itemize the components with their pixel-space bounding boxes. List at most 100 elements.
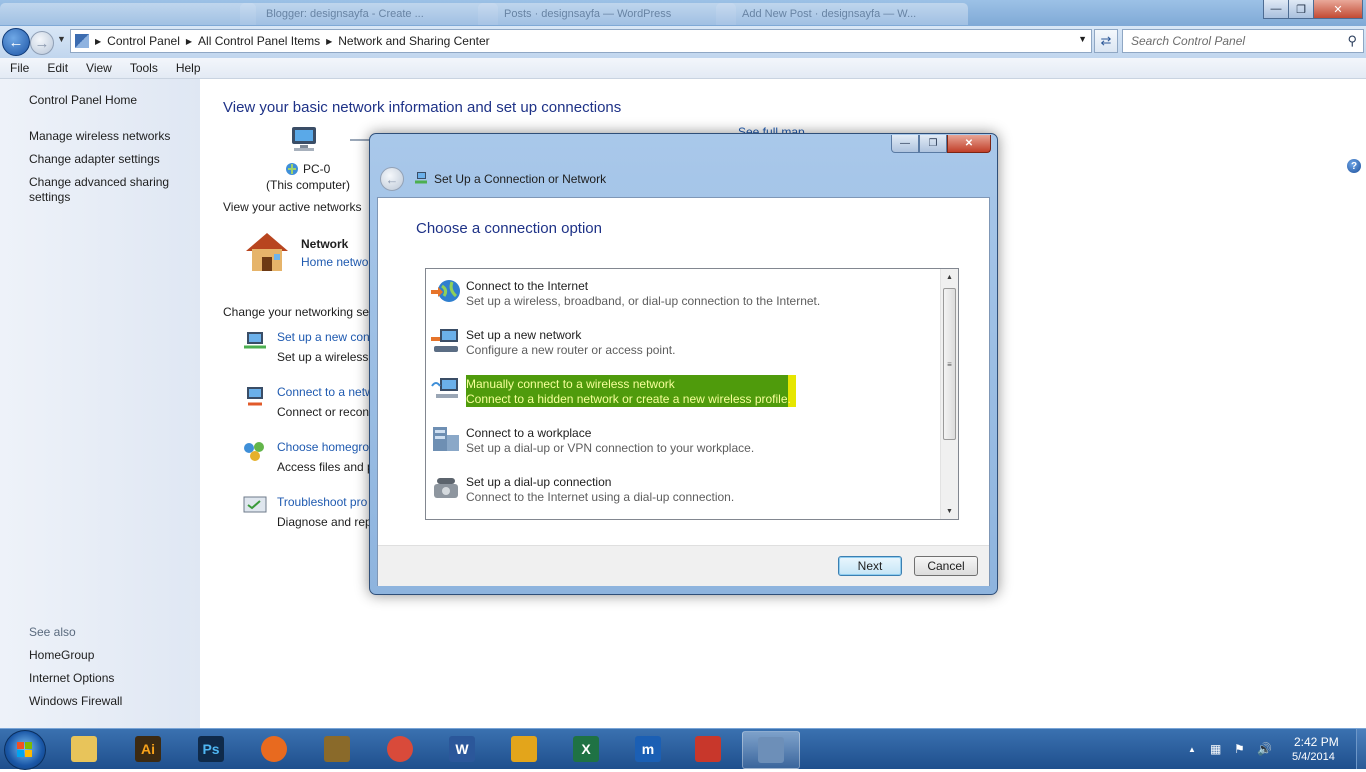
forward-button[interactable]: → bbox=[30, 31, 54, 55]
router-icon bbox=[431, 329, 458, 352]
cancel-button-label: Cancel bbox=[927, 559, 965, 573]
search-box[interactable]: ⚲ bbox=[1122, 29, 1364, 53]
windows-firewall-link[interactable]: Windows Firewall bbox=[29, 694, 189, 709]
close-button[interactable]: ✕ bbox=[1313, 0, 1363, 19]
taskbar-excel-button[interactable]: X bbox=[558, 731, 614, 767]
dialog-close-button[interactable]: ✕ bbox=[947, 135, 991, 153]
option-description: Connect to the Internet using a dial-up … bbox=[466, 490, 735, 504]
browser-tab[interactable]: Blogger: designsayfa - Create ... bbox=[240, 3, 498, 25]
taskbar-word-button[interactable]: W bbox=[434, 731, 490, 767]
choose-homegroup-link[interactable]: Choose homegro bbox=[277, 440, 369, 454]
change-adapter-settings-link[interactable]: Change adapter settings bbox=[29, 152, 189, 167]
chevron-right-icon[interactable]: ▶ bbox=[186, 37, 192, 46]
browser-tab-label: Add New Post · designsayfa — W... bbox=[742, 8, 917, 20]
show-hidden-icons-button[interactable]: ▲ bbox=[1188, 745, 1196, 754]
firefox-icon bbox=[261, 736, 287, 762]
troubleshoot-link[interactable]: Troubleshoot pro bbox=[277, 495, 367, 509]
search-input[interactable] bbox=[1129, 30, 1338, 52]
taskbar-chrome-button[interactable] bbox=[372, 731, 428, 767]
option-manual-wireless[interactable]: Manually connect to a wireless network C… bbox=[428, 367, 940, 409]
menu-file[interactable]: File bbox=[0, 61, 37, 75]
computer-name: PC-0 bbox=[303, 162, 331, 176]
menu-tools[interactable]: Tools bbox=[120, 61, 166, 75]
browser-tab[interactable] bbox=[0, 3, 256, 25]
maximize-button[interactable]: ❐ bbox=[1288, 0, 1314, 19]
address-bar[interactable]: ▶ Control Panel ▶ All Control Panel Item… bbox=[70, 29, 1092, 53]
taskbar-windows-explorer-button[interactable] bbox=[56, 731, 112, 767]
page-title: View your basic network information and … bbox=[223, 99, 622, 116]
clock-time[interactable]: 2:42 PM bbox=[1294, 735, 1339, 749]
computer-icon bbox=[292, 127, 316, 151]
connect-network-link[interactable]: Connect to a netw bbox=[277, 385, 374, 399]
back-button[interactable]: ← bbox=[2, 28, 30, 56]
setup-connection-link[interactable]: Set up a new conn bbox=[277, 330, 376, 344]
network-tray-icon[interactable]: ▦ bbox=[1210, 742, 1221, 756]
network-type-link[interactable]: Home netwo bbox=[301, 255, 368, 269]
action-center-icon[interactable]: ⚑ bbox=[1234, 742, 1245, 756]
option-new-network[interactable]: Set up a new network Configure a new rou… bbox=[428, 318, 940, 360]
breadcrumb-all-items[interactable]: All Control Panel Items bbox=[198, 34, 320, 48]
recent-pages-button[interactable]: ▼ bbox=[57, 34, 66, 44]
wireless-computer-icon bbox=[431, 378, 458, 398]
change-advanced-sharing-link[interactable]: Change advanced sharing settings bbox=[29, 175, 189, 205]
dialog-back-button[interactable]: ← bbox=[380, 167, 404, 191]
browser-tab[interactable]: Posts · designsayfa — WordPress bbox=[478, 3, 736, 25]
internet-options-link[interactable]: Internet Options bbox=[29, 671, 189, 686]
scrollbar-thumb[interactable]: ≡ bbox=[943, 288, 956, 440]
arrow-left-icon: ← bbox=[385, 171, 399, 187]
taskbar-winamp-button[interactable] bbox=[496, 731, 552, 767]
minimize-button[interactable]: — bbox=[1263, 0, 1289, 19]
arrow-right-icon: → bbox=[34, 34, 50, 52]
scroll-up-icon[interactable]: ▲ bbox=[941, 269, 958, 285]
pdf-icon bbox=[695, 736, 721, 762]
taskbar-maxthon-button[interactable]: m bbox=[620, 731, 676, 767]
dialog-body: Choose a connection option Connect to th… bbox=[377, 197, 990, 586]
chrome-icon bbox=[387, 736, 413, 762]
homegroup-link[interactable]: HomeGroup bbox=[29, 648, 189, 663]
taskbar-control-panel-button[interactable] bbox=[742, 731, 800, 769]
taskbar: Ai Ps W Xm ▲ ▦ ⚑ 🔊 2:42 PM 5/4/2014 bbox=[0, 728, 1366, 770]
word-icon: W bbox=[449, 736, 475, 762]
menu-help[interactable]: Help bbox=[166, 61, 209, 75]
next-button[interactable]: Next bbox=[838, 556, 902, 576]
chevron-down-icon[interactable]: ▼ bbox=[1078, 34, 1087, 44]
option-connect-internet[interactable]: Connect to the Internet Set up a wireles… bbox=[428, 269, 940, 311]
show-desktop-button[interactable] bbox=[1356, 729, 1366, 769]
taskbar-illustrator-button[interactable]: Ai bbox=[120, 731, 176, 767]
dialog-footer: Next Cancel bbox=[378, 545, 989, 586]
control-panel-icon bbox=[758, 737, 784, 763]
photoshop-icon: Ps bbox=[198, 736, 224, 762]
menu-edit[interactable]: Edit bbox=[37, 61, 76, 75]
left-navigation-pane: Control Panel Home Manage wireless netwo… bbox=[0, 79, 200, 728]
option-title: Connect to a workplace bbox=[466, 426, 592, 440]
chevron-right-icon[interactable]: ▶ bbox=[326, 37, 332, 46]
troubleshoot-icon bbox=[242, 494, 268, 518]
start-button[interactable] bbox=[4, 730, 46, 770]
help-icon[interactable]: ? bbox=[1347, 159, 1361, 173]
browser-tab[interactable]: Add New Post · designsayfa — W... bbox=[716, 3, 968, 25]
option-workplace[interactable]: Connect to a workplace Set up a dial-up … bbox=[428, 416, 940, 458]
control-panel-home-link[interactable]: Control Panel Home bbox=[29, 93, 189, 108]
breadcrumb-control-panel[interactable]: Control Panel bbox=[107, 34, 180, 48]
volume-icon[interactable]: 🔊 bbox=[1257, 742, 1272, 756]
dialog-maximize-button[interactable]: ❐ bbox=[919, 135, 947, 153]
windows-explorer-icon bbox=[71, 736, 97, 762]
taskbar-game-button[interactable] bbox=[309, 731, 365, 767]
next-button-label: Next bbox=[857, 559, 883, 573]
manage-wireless-networks-link[interactable]: Manage wireless networks bbox=[29, 129, 189, 144]
option-description: Configure a new router or access point. bbox=[466, 343, 676, 357]
browser-tab-label: Blogger: designsayfa - Create ... bbox=[266, 8, 424, 20]
dialog-minimize-button[interactable]: — bbox=[891, 135, 919, 153]
scroll-down-icon[interactable]: ▼ bbox=[941, 503, 958, 519]
taskbar-firefox-button[interactable] bbox=[246, 731, 302, 767]
option-dial-up[interactable]: Set up a dial-up connection Connect to t… bbox=[428, 465, 940, 507]
cancel-button[interactable]: Cancel bbox=[914, 556, 978, 576]
menu-view[interactable]: View bbox=[76, 61, 120, 75]
taskbar-photoshop-button[interactable]: Ps bbox=[183, 731, 239, 767]
refresh-button[interactable]: ⇄ bbox=[1094, 29, 1118, 53]
taskbar-pdf-button[interactable] bbox=[680, 731, 736, 767]
breadcrumb-network-sharing[interactable]: Network and Sharing Center bbox=[338, 34, 489, 48]
clock-date[interactable]: 5/4/2014 bbox=[1292, 751, 1335, 763]
options-scrollbar[interactable]: ▲ ≡ ▼ bbox=[940, 269, 958, 519]
search-icon[interactable]: ⚲ bbox=[1347, 33, 1357, 49]
